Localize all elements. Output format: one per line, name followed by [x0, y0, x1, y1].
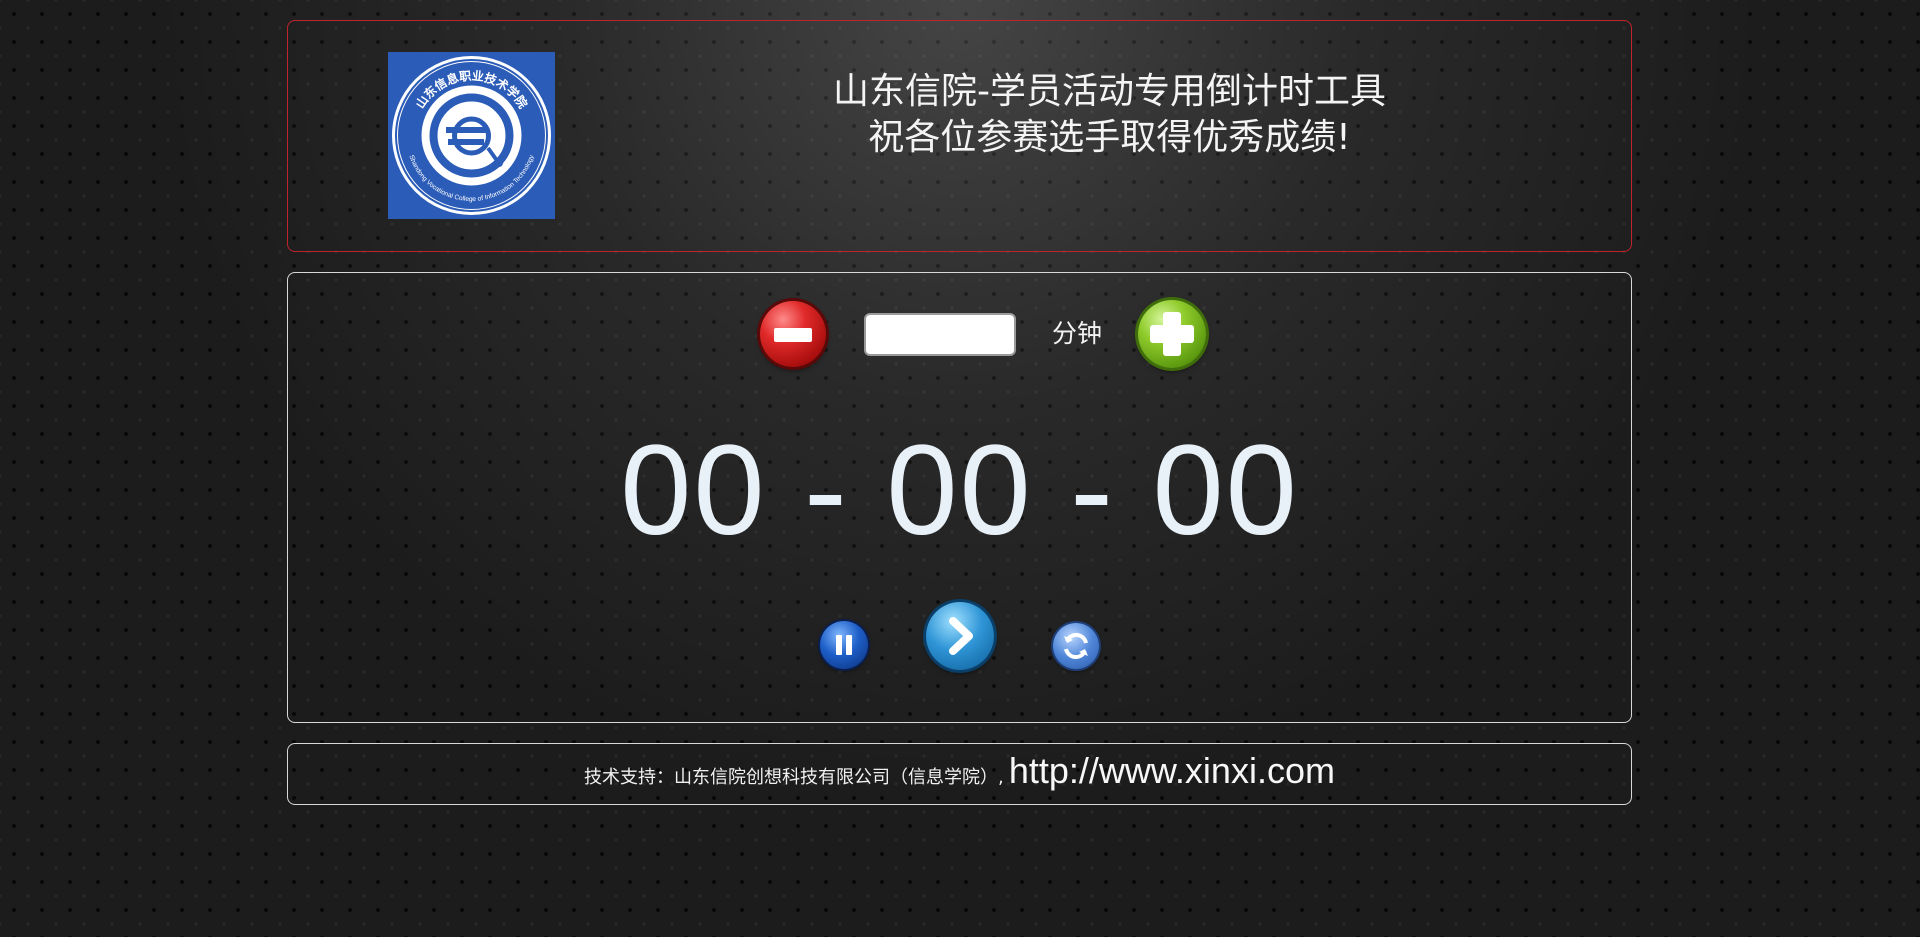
countdown-separator-1: - — [804, 419, 849, 562]
header-panel: 山东信息职业技术学院 Shandong Vocational College o… — [287, 20, 1632, 252]
decrease-minutes-button[interactable] — [760, 301, 826, 367]
refresh-icon — [1064, 632, 1088, 660]
pause-button[interactable] — [820, 621, 868, 669]
countdown-hours: 00 — [620, 419, 767, 562]
start-button[interactable] — [926, 602, 994, 670]
countdown-display: 00 - 00 - 00 — [288, 421, 1631, 561]
college-logo: 山东信息职业技术学院 Shandong Vocational College o… — [388, 52, 555, 219]
timer-panel: 分钟 00 - 00 - 00 — [287, 272, 1632, 723]
page-subtitle: 祝各位参赛选手取得优秀成绩! — [868, 117, 1351, 158]
chevron-right-icon — [949, 617, 973, 655]
countdown-seconds: 00 — [1152, 419, 1299, 562]
increase-minutes-button[interactable] — [1138, 300, 1206, 368]
minutes-input[interactable] — [864, 313, 1016, 356]
minutes-unit-label: 分钟 — [1052, 319, 1103, 348]
countdown-minutes: 00 — [886, 419, 1033, 562]
countdown-separator-2: - — [1070, 419, 1115, 562]
reset-button[interactable] — [1053, 623, 1099, 669]
title-block: 山东信院-学员活动专用倒计时工具 祝各位参赛选手取得优秀成绩! — [618, 69, 1601, 161]
company-website-link[interactable]: http://www.xinxi.com — [1009, 750, 1335, 791]
minus-icon — [774, 328, 812, 342]
footer-line: 技术支持：山东信院创想科技有限公司（信息学院）, http://www.xinx… — [288, 750, 1631, 792]
tech-support-text: 技术支持：山东信院创想科技有限公司（信息学院）, — [584, 767, 1004, 788]
footer-panel: 技术支持：山东信院创想科技有限公司（信息学院）, http://www.xinx… — [287, 743, 1632, 805]
page-title: 山东信院-学员活动专用倒计时工具 — [833, 71, 1386, 112]
